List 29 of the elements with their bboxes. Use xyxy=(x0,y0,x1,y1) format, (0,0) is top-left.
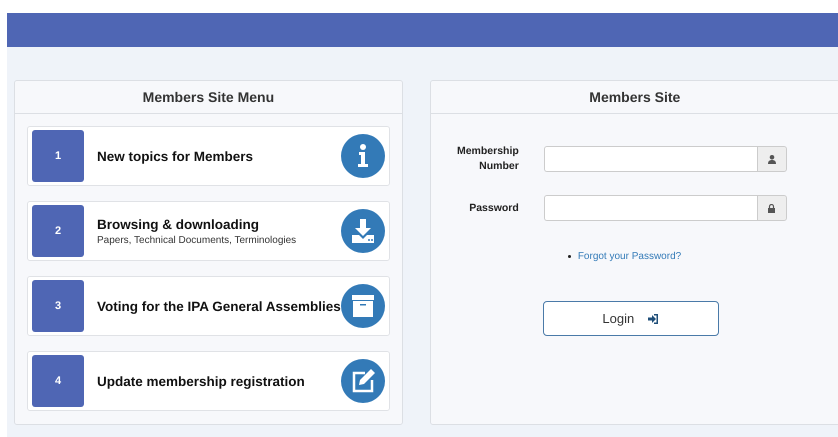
menu-item[interactable]: 2 Browsing & downloading Papers, Technical Documents, Terminologies xyxy=(27,201,390,261)
field-label: Password xyxy=(468,200,519,216)
number-badge: 3 xyxy=(32,280,84,332)
bullet-icon xyxy=(568,255,571,258)
number-badge: 4 xyxy=(32,355,84,407)
user-icon xyxy=(768,154,776,164)
login-button[interactable]: Login xyxy=(542,301,719,336)
menu-item[interactable]: 1 New topics for Members xyxy=(27,126,390,186)
info-icon xyxy=(340,134,385,178)
number-badge: 1 xyxy=(32,130,84,182)
number-badge: 2 xyxy=(32,205,84,257)
menu-item[interactable]: 4 Update membership registration xyxy=(27,351,390,411)
menu-item-title: Browsing & downloading xyxy=(97,216,259,232)
menu-item-title: New topics for Members xyxy=(97,148,254,164)
archive-box-icon xyxy=(340,284,385,328)
menu-item-title: Update membership registration xyxy=(97,374,305,388)
field-label: Membership Number xyxy=(456,144,519,174)
menu-item-subtitle: Papers, Technical Documents, Terminologies xyxy=(97,234,296,246)
panel-title: Members Site Menu xyxy=(15,81,402,114)
edit-icon xyxy=(340,359,385,403)
menu-item[interactable]: 3 Voting for the IPA General Assemblies xyxy=(27,276,390,336)
panel-title: Members Site xyxy=(430,81,838,114)
lock-icon xyxy=(768,204,776,212)
download-icon xyxy=(340,209,385,253)
menu-item-title: Voting for the IPA General Assemblies xyxy=(97,298,341,314)
sign-in-icon xyxy=(648,314,660,324)
password-field[interactable] xyxy=(544,195,757,221)
forgot-password-link[interactable]: Forgot your Password? xyxy=(578,251,682,262)
membership-number-field[interactable] xyxy=(544,146,757,172)
